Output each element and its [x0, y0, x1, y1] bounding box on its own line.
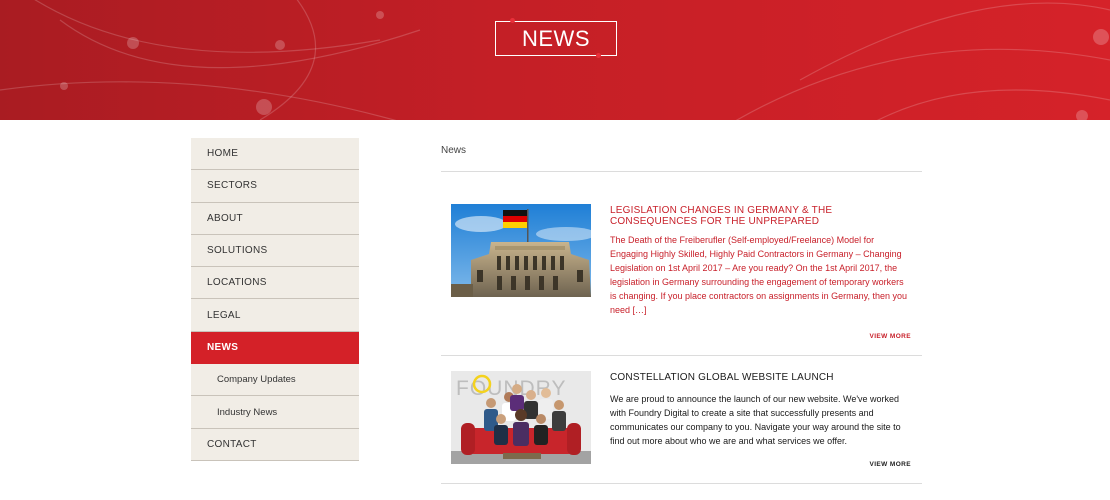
news-article: FOUNDRY CONSTELLATION GLOBAL WEBSITE LAU… — [441, 356, 922, 484]
title-accent-dot — [596, 53, 601, 58]
article-excerpt: The Death of the Freiberufler (Self-empl… — [610, 235, 907, 315]
sidebar-item-locations[interactable]: LOCATIONS — [191, 267, 359, 300]
view-more-link[interactable]: VIEW MORE — [869, 333, 911, 340]
view-more-link[interactable]: VIEW MORE — [869, 461, 911, 468]
article-thumbnail-foundry-team[interactable]: FOUNDRY — [451, 371, 591, 464]
sidebar-item-solutions[interactable]: SOLUTIONS — [191, 234, 359, 268]
sidebar-nav: HOME SECTORS ABOUT SOLUTIONS LOCATIONS L… — [191, 138, 359, 461]
article-title[interactable]: LEGISLATION CHANGES IN GERMANY & THE CON… — [610, 205, 910, 227]
article-thumbnail-reichstag[interactable] — [451, 204, 591, 297]
hero-decoration — [0, 0, 1110, 120]
sidebar-item-sectors[interactable]: SECTORS — [191, 170, 359, 203]
breadcrumb-current: News — [441, 145, 467, 156]
sidebar-item-company-updates[interactable]: Company Updates — [191, 364, 359, 397]
article-excerpt: We are proud to announce the launch of o… — [610, 394, 901, 446]
sidebar-item-legal[interactable]: LEGAL — [191, 299, 359, 332]
hero-banner: NEWS — [0, 0, 1110, 120]
title-accent-dot — [510, 18, 515, 23]
main-content: News LEGISLATION CHANGES IN GERMANY & TH… — [441, 138, 922, 484]
news-article: LEGISLATION CHANGES IN GERMANY & THE CON… — [441, 172, 922, 356]
sidebar-item-home[interactable]: HOME — [191, 138, 359, 171]
sidebar-item-about[interactable]: ABOUT — [191, 202, 359, 235]
sidebar-item-industry-news[interactable]: Industry News — [191, 396, 359, 429]
article-title[interactable]: CONSTELLATION GLOBAL WEBSITE LAUNCH — [610, 372, 910, 383]
breadcrumb: News — [441, 138, 922, 172]
sidebar-item-contact[interactable]: CONTACT — [191, 428, 359, 461]
sidebar-item-news[interactable]: NEWS — [191, 331, 359, 365]
page-title: NEWS — [495, 21, 617, 56]
